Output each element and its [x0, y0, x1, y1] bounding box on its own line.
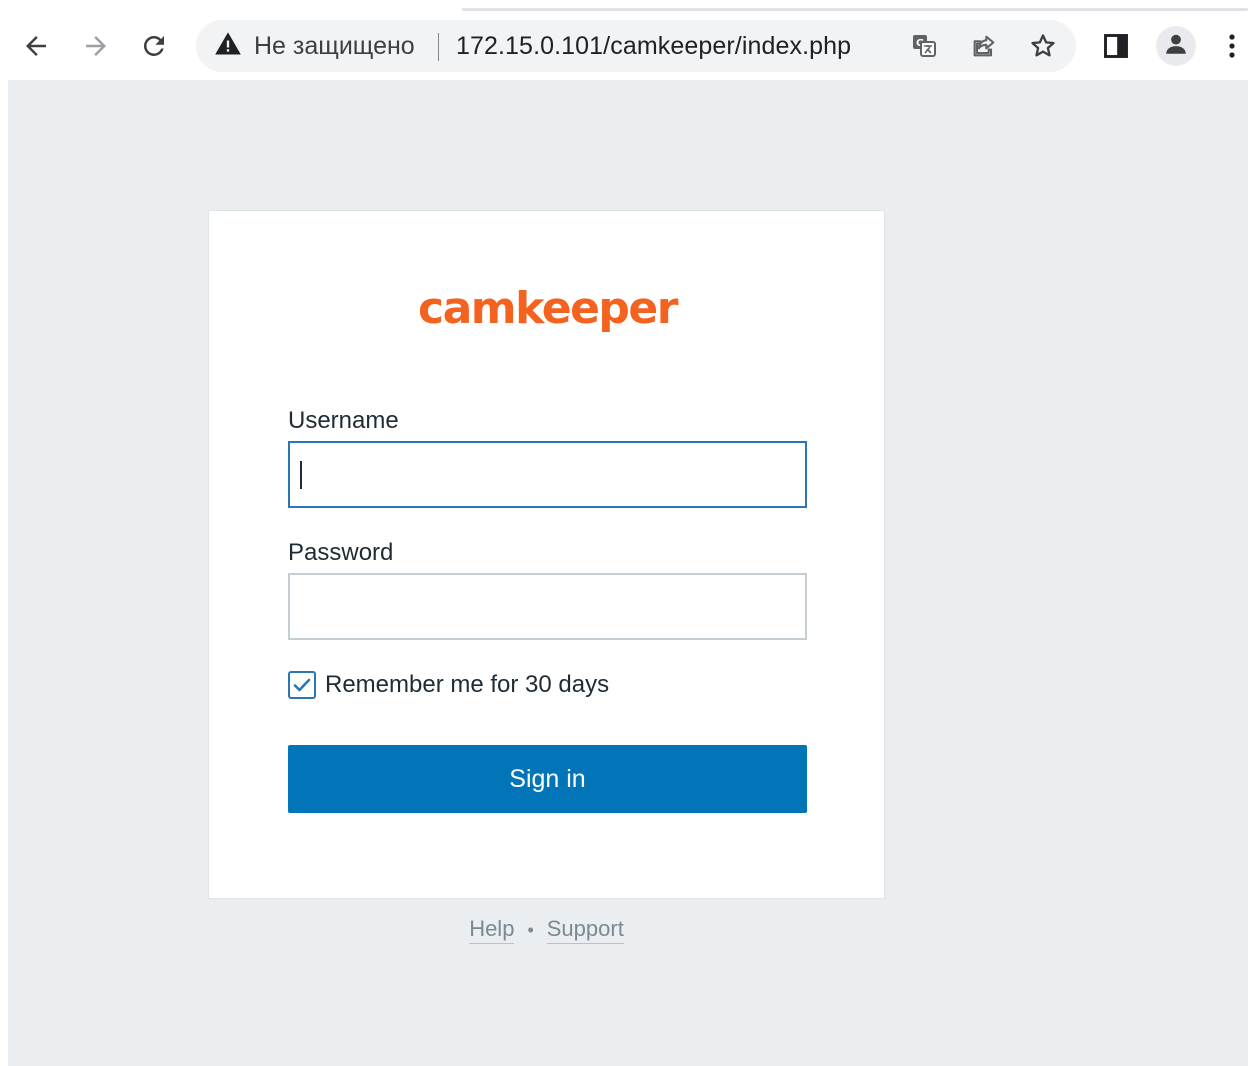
arrow-right-icon — [81, 31, 111, 61]
reload-icon — [139, 31, 169, 61]
login-card: camkeeper Username Password Remember me … — [208, 210, 885, 899]
url-text[interactable]: 172.15.0.101/camkeeper/index.php — [456, 20, 851, 72]
address-bar[interactable]: Не защищено 172.15.0.101/camkeeper/index… — [196, 20, 1076, 72]
menu-button[interactable] — [1216, 24, 1248, 68]
remember-me-checkbox[interactable] — [288, 671, 316, 699]
forward-button[interactable] — [74, 24, 118, 68]
page-background: camkeeper Username Password Remember me … — [8, 80, 1248, 1066]
omnibox-divider — [438, 33, 439, 61]
camkeeper-logo: camkeeper — [418, 283, 678, 334]
sign-in-button[interactable]: Sign in — [288, 745, 807, 813]
reload-button[interactable] — [132, 24, 176, 68]
warning-triangle-icon — [214, 30, 242, 63]
star-icon[interactable] — [1029, 32, 1057, 60]
help-link[interactable]: Help — [469, 916, 515, 944]
side-panel-icon — [1102, 32, 1130, 60]
kebab-menu-icon — [1228, 32, 1236, 60]
remember-me-label: Remember me for 30 days — [325, 671, 610, 698]
security-indicator[interactable]: Не защищено — [214, 20, 415, 72]
password-input[interactable] — [288, 573, 807, 640]
footer-separator: • — [527, 919, 534, 940]
support-link[interactable]: Support — [546, 916, 624, 944]
profile-icon — [1163, 31, 1189, 62]
profile-button[interactable] — [1156, 26, 1196, 66]
back-button[interactable] — [14, 24, 58, 68]
text-caret — [300, 461, 302, 489]
checkmark-icon — [293, 678, 311, 692]
security-label: Не защищено — [254, 31, 415, 60]
arrow-left-icon — [21, 31, 51, 61]
username-input[interactable] — [288, 441, 807, 508]
translate-icon[interactable]: G — [910, 32, 938, 60]
remember-me-option[interactable]: Remember me for 30 days — [288, 670, 609, 700]
password-label: Password — [288, 539, 394, 566]
tab-strip-edge — [462, 8, 1248, 11]
footer-links: Help • Support — [208, 916, 885, 944]
browser-toolbar: Не защищено 172.15.0.101/camkeeper/index… — [0, 0, 1248, 80]
side-panel-button[interactable] — [1094, 24, 1138, 68]
username-label: Username — [288, 407, 399, 434]
share-icon[interactable] — [970, 32, 998, 60]
